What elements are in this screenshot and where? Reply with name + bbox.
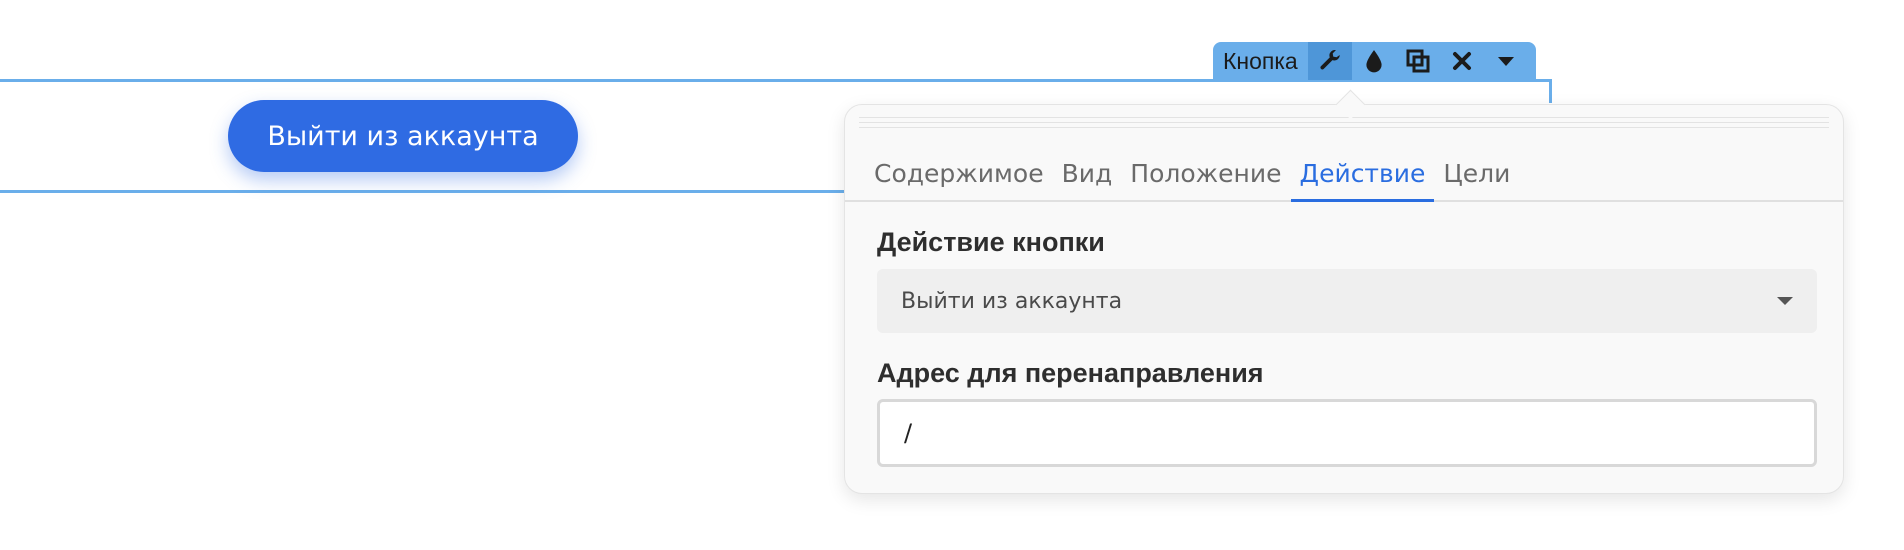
editor-canvas: Выйти из аккаунта Кнопка Содержимое Вид …: [0, 0, 1904, 550]
redirect-field-label: Адрес для перенаправления: [877, 358, 1264, 388]
panel-drag-handle[interactable]: [859, 117, 1829, 133]
chevron-down-icon: [1777, 297, 1793, 305]
more-button[interactable]: [1484, 42, 1528, 80]
drop-icon: [1363, 48, 1385, 74]
tab-view[interactable]: Вид: [1053, 147, 1122, 200]
delete-button[interactable]: [1440, 42, 1484, 80]
duplicate-button[interactable]: [1396, 42, 1440, 80]
block-outline-bottom: [0, 190, 845, 193]
settings-panel: Содержимое Вид Положение Действие Цели Д…: [844, 104, 1844, 494]
tab-content[interactable]: Содержимое: [865, 147, 1053, 200]
close-icon: [1451, 50, 1473, 72]
panel-tabs: Содержимое Вид Положение Действие Цели: [845, 147, 1843, 202]
tab-action[interactable]: Действие: [1290, 147, 1435, 202]
tab-goals[interactable]: Цели: [1434, 147, 1519, 200]
toolbar-element-type: Кнопка: [1223, 47, 1298, 74]
logout-button[interactable]: Выйти из аккаунта: [228, 100, 578, 172]
tab-position[interactable]: Положение: [1121, 147, 1290, 200]
action-select-value: Выйти из аккаунта: [901, 288, 1123, 314]
block-outline-right: [1549, 79, 1552, 103]
action-select[interactable]: Выйти из аккаунта: [877, 269, 1817, 333]
style-button[interactable]: [1352, 42, 1396, 80]
action-field-label: Действие кнопки: [877, 227, 1105, 257]
redirect-url-input[interactable]: [877, 399, 1817, 467]
wrench-icon: [1317, 48, 1343, 74]
duplicate-icon: [1406, 49, 1430, 73]
caret-down-icon: [1496, 54, 1516, 68]
element-toolbar: Кнопка: [1213, 42, 1536, 80]
settings-button[interactable]: [1307, 42, 1352, 80]
